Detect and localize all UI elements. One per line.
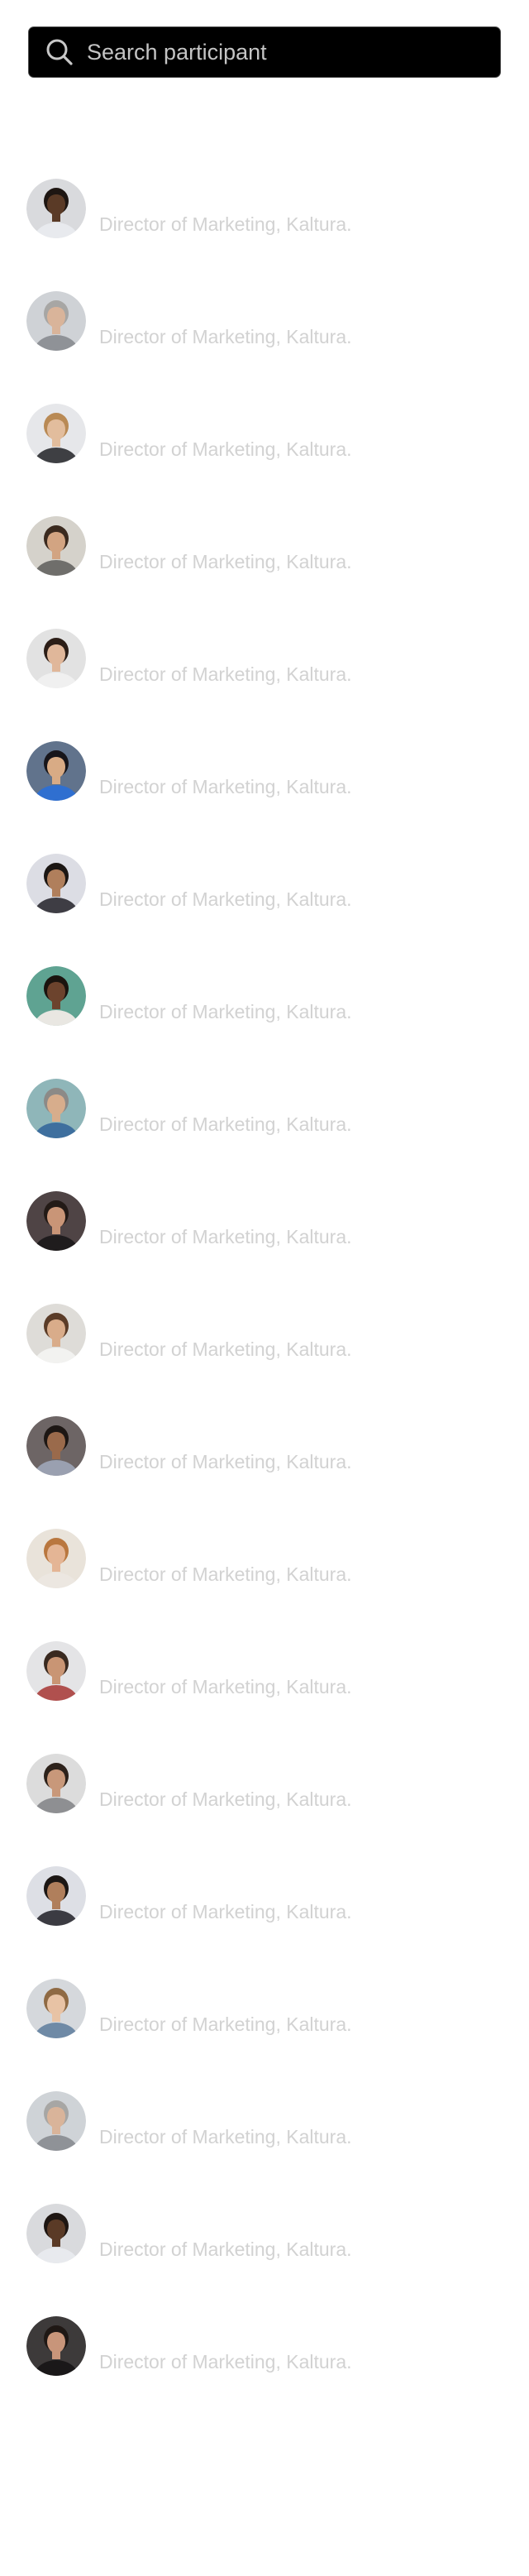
participant-title: Director of Marketing, Kaltura. xyxy=(99,551,352,572)
participant-title: Director of Marketing, Kaltura. xyxy=(99,2351,352,2373)
participant-title: Director of Marketing, Kaltura. xyxy=(99,1451,352,1472)
participant-avatar xyxy=(26,1754,86,1813)
participant-row[interactable]: Director of Marketing, Kaltura. xyxy=(0,179,529,291)
participant-title: Director of Marketing, Kaltura. xyxy=(99,1788,352,1810)
participant-avatar xyxy=(26,2316,86,2376)
participant-row[interactable]: Director of Marketing, Kaltura. xyxy=(0,2204,529,2316)
participant-row[interactable]: Director of Marketing, Kaltura. xyxy=(0,516,529,629)
participant-row[interactable]: Director of Marketing, Kaltura. xyxy=(0,1979,529,2091)
participant-avatar xyxy=(26,1304,86,1363)
participant-title: Director of Marketing, Kaltura. xyxy=(99,888,352,910)
participant-row[interactable]: Director of Marketing, Kaltura. xyxy=(0,1079,529,1191)
participant-avatar xyxy=(26,404,86,463)
participant-row[interactable]: Director of Marketing, Kaltura. xyxy=(0,1529,529,1641)
participant-row[interactable]: Director of Marketing, Kaltura. xyxy=(0,2091,529,2204)
participant-title: Director of Marketing, Kaltura. xyxy=(99,2238,352,2260)
participant-row[interactable]: Director of Marketing, Kaltura. xyxy=(0,629,529,741)
participant-title: Director of Marketing, Kaltura. xyxy=(99,663,352,685)
participant-avatar xyxy=(26,1529,86,1588)
participant-title: Director of Marketing, Kaltura. xyxy=(99,438,352,460)
search-input[interactable] xyxy=(75,27,500,77)
participant-title: Director of Marketing, Kaltura. xyxy=(99,1338,352,1360)
participant-avatar xyxy=(26,2204,86,2263)
participant-row[interactable]: Director of Marketing, Kaltura. xyxy=(0,966,529,1079)
participant-title: Director of Marketing, Kaltura. xyxy=(99,1226,352,1247)
participant-row[interactable]: Director of Marketing, Kaltura. xyxy=(0,741,529,854)
participant-row[interactable]: Director of Marketing, Kaltura. xyxy=(0,404,529,516)
participant-avatar xyxy=(26,629,86,688)
participant-avatar xyxy=(26,1191,86,1251)
participant-avatar xyxy=(26,179,86,238)
participant-row[interactable]: Director of Marketing, Kaltura. xyxy=(0,291,529,404)
search-icon xyxy=(46,39,73,65)
participant-avatar xyxy=(26,1416,86,1476)
participant-row[interactable]: Director of Marketing, Kaltura. xyxy=(0,1304,529,1416)
participant-title: Director of Marketing, Kaltura. xyxy=(99,1113,352,1135)
participant-title: Director of Marketing, Kaltura. xyxy=(99,776,352,797)
participant-row[interactable]: Director of Marketing, Kaltura. xyxy=(0,1191,529,1304)
participant-avatar xyxy=(26,966,86,1026)
participant-title: Director of Marketing, Kaltura. xyxy=(99,1001,352,1022)
participant-title: Director of Marketing, Kaltura. xyxy=(99,2126,352,2147)
participant-row[interactable]: Director of Marketing, Kaltura. xyxy=(0,854,529,966)
participant-row[interactable]: Director of Marketing, Kaltura. xyxy=(0,1866,529,1979)
participant-title: Director of Marketing, Kaltura. xyxy=(99,1676,352,1697)
participant-row[interactable]: Director of Marketing, Kaltura. xyxy=(0,1754,529,1866)
participant-row[interactable]: Director of Marketing, Kaltura. xyxy=(0,2316,529,2429)
participant-row[interactable]: Director of Marketing, Kaltura. xyxy=(0,1416,529,1529)
participant-avatar xyxy=(26,516,86,576)
participant-avatar xyxy=(26,1079,86,1138)
participant-avatar xyxy=(26,2091,86,2151)
participant-avatar xyxy=(26,1866,86,1926)
participant-title: Director of Marketing, Kaltura. xyxy=(99,1901,352,1922)
participant-avatar xyxy=(26,1641,86,1701)
participant-avatar xyxy=(26,1979,86,2038)
participant-row[interactable]: Director of Marketing, Kaltura. xyxy=(0,1641,529,1754)
participant-avatar xyxy=(26,854,86,913)
participant-title: Director of Marketing, Kaltura. xyxy=(99,2013,352,2035)
participant-avatar xyxy=(26,291,86,351)
participant-avatar xyxy=(26,741,86,801)
participant-title: Director of Marketing, Kaltura. xyxy=(99,326,352,347)
participant-title: Director of Marketing, Kaltura. xyxy=(99,1563,352,1585)
search-bar[interactable] xyxy=(28,26,501,78)
participant-title: Director of Marketing, Kaltura. xyxy=(99,213,352,235)
participant-list: Director of Marketing, Kaltura. Director … xyxy=(0,179,529,2429)
